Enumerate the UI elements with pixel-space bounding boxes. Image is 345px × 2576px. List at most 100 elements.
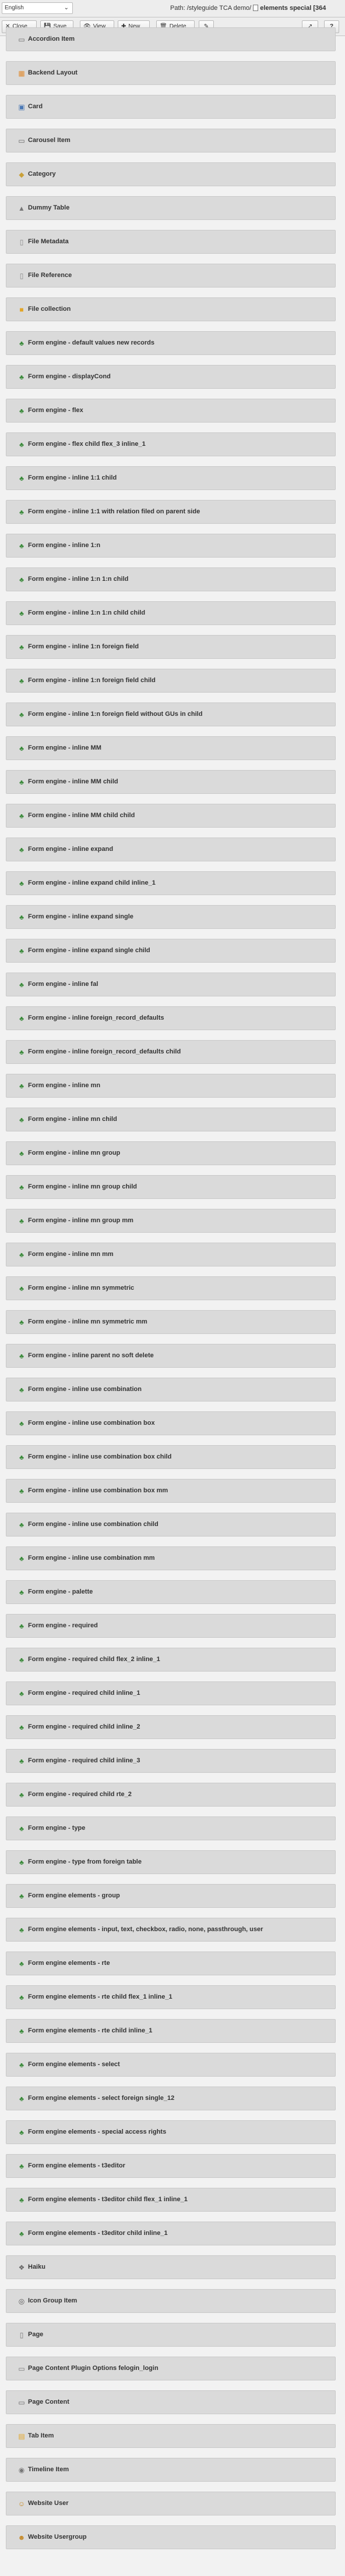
list-item[interactable]: ♣ Form engine elements - group (6, 1884, 336, 1908)
list-item[interactable]: ♣ Form engine - inline use combination bo… (6, 1479, 336, 1503)
list-item[interactable]: ◎ Icon Group Item (6, 2289, 336, 2313)
list-item-label: File collection (28, 306, 71, 313)
list-item[interactable]: ♣ Form engine - palette (6, 1580, 336, 1604)
list-item[interactable]: ♣ Form engine elements - t3editor child i… (6, 2222, 336, 2245)
list-item[interactable]: ♣ Form engine - inline mn (6, 1074, 336, 1098)
list-item[interactable]: ♣ Form engine - inline 1:1 child (6, 466, 336, 490)
tree-icon: ♣ (19, 1352, 24, 1360)
list-item[interactable]: ♣ Form engine - inline mn group child (6, 1175, 336, 1199)
list-item[interactable]: ♣ Form engine - inline expand single chil… (6, 939, 336, 963)
list-item[interactable]: ♣ Form engine elements - rte (6, 1951, 336, 1975)
list-item[interactable]: ▯ File Metadata (6, 230, 336, 254)
tab-icon: ▤ (18, 2432, 25, 2440)
list-item[interactable]: ♣ Form engine - type from foreign table (6, 1850, 336, 1874)
tree-icon: ♣ (19, 609, 24, 618)
tree-icon: ♣ (19, 1082, 24, 1090)
list-item[interactable]: ◆ Category (6, 162, 336, 186)
list-item-label: Form engine elements - rte (28, 1960, 110, 1967)
list-item-label: Page (28, 2331, 44, 2338)
list-item-label: Tab Item (28, 2432, 54, 2439)
list-item[interactable]: ▭ Page Content (6, 2390, 336, 2414)
list-item[interactable]: ♣ Form engine - inline mn symmetric mm (6, 1310, 336, 1334)
list-item[interactable]: ♣ Form engine - flex child flex_3 inline_… (6, 432, 336, 456)
list-item[interactable]: ♣ Form engine - inline MM child (6, 770, 336, 794)
tree-icon: ♣ (19, 1858, 24, 1867)
list-item[interactable]: ♣ Form engine - inline mn group mm (6, 1209, 336, 1233)
list-item[interactable]: ♣ Form engine - displayCond (6, 365, 336, 389)
list-item[interactable]: ■ File collection (6, 297, 336, 321)
list-item[interactable]: ♣ Form engine - inline 1:n foreign field … (6, 669, 336, 693)
list-item[interactable]: ♣ Form engine elements - t3editor (6, 2154, 336, 2178)
list-item[interactable]: ♣ Form engine - inline MM child child (6, 804, 336, 828)
list-item[interactable]: ♣ Form engine - inline use combination (6, 1378, 336, 1401)
list-item[interactable]: ♣ Form engine - required child inline_2 (6, 1715, 336, 1739)
list-item[interactable]: ♣ Form engine - required (6, 1614, 336, 1638)
list-item[interactable]: ♣ Form engine - inline use combination bo… (6, 1411, 336, 1435)
list-item[interactable]: ♣ Form engine - required child flex_2 inl… (6, 1648, 336, 1672)
list-item[interactable]: ♣ Form engine - inline mn mm (6, 1243, 336, 1266)
list-item[interactable]: ♣ Form engine - inline use combination bo… (6, 1445, 336, 1469)
list-item[interactable]: ♣ Form engine - inline parent no soft del… (6, 1344, 336, 1368)
list-item[interactable]: ❖ Haiku (6, 2255, 336, 2279)
list-item[interactable]: ♣ Form engine - flex (6, 399, 336, 423)
list-item-label: Form engine - inline 1:n foreign field c… (28, 677, 156, 684)
list-item[interactable]: ♣ Form engine - inline foreign_record_def… (6, 1040, 336, 1064)
list-item[interactable]: ▭ Accordion Item (6, 27, 336, 51)
list-item[interactable]: ▯ File Reference (6, 264, 336, 288)
path-value[interactable]: /styleguide TCA demo/ (187, 5, 251, 12)
scrollbar[interactable] (339, 36, 345, 2576)
list-item[interactable]: ▭ Carousel Item (6, 129, 336, 152)
list-item[interactable]: ♣ Form engine - required child inline_1 (6, 1681, 336, 1705)
list-item[interactable]: ▲ Dummy Table (6, 196, 336, 220)
list-item[interactable]: ♣ Form engine elements - input, text, che… (6, 1918, 336, 1942)
list-item[interactable]: ♣ Form engine - inline use combination ch… (6, 1513, 336, 1537)
list-item[interactable]: ♣ Form engine - inline expand child inlin… (6, 871, 336, 895)
breadcrumb: Path: /styleguide TCA demo/elements spec… (170, 5, 326, 12)
list-item[interactable]: ▣ Card (6, 95, 336, 119)
list-item[interactable]: ☻ Website Usergroup (6, 2525, 336, 2549)
list-item[interactable]: ♣ Form engine elements - t3editor child f… (6, 2188, 336, 2212)
list-item[interactable]: ▤ Tab Item (6, 2424, 336, 2448)
list-item[interactable]: ♣ Form engine elements - special access r… (6, 2120, 336, 2144)
list-item[interactable]: ♣ Form engine - inline 1:n foreign field (6, 635, 336, 659)
tree-icon: ♣ (19, 2061, 24, 2069)
list-item[interactable]: ♣ Form engine - inline use combination mm (6, 1546, 336, 1570)
list-item[interactable]: ♣ Form engine - inline foreign_record_def… (6, 1006, 336, 1030)
list-item[interactable]: ♣ Form engine - inline 1:1 with relation … (6, 500, 336, 524)
list-item[interactable]: ♣ Form engine - required child inline_3 (6, 1749, 336, 1773)
tree-icon: ♣ (19, 812, 24, 820)
list-item[interactable]: ♣ Form engine - inline fal (6, 973, 336, 996)
tree-icon: ♣ (19, 1217, 24, 1225)
list-item[interactable]: ♣ Form engine - default values new record… (6, 331, 336, 355)
list-item[interactable]: ♣ Form engine elements - select foreign s… (6, 2087, 336, 2110)
language-select[interactable]: English ⌄ (2, 2, 73, 14)
tree-icon: ♣ (19, 1588, 24, 1596)
tree-icon: ♣ (19, 2162, 24, 2170)
list-item[interactable]: ☺ Website User (6, 2492, 336, 2515)
list-item[interactable]: ♣ Form engine - inline 1:n foreign field … (6, 702, 336, 726)
list-item[interactable]: ♣ Form engine - inline mn group (6, 1141, 336, 1165)
list-item[interactable]: ♣ Form engine - inline 1:n 1:n child (6, 567, 336, 591)
list-item-label: Form engine - inline mn mm (28, 1251, 114, 1258)
list-item[interactable]: ▯ Page (6, 2323, 336, 2347)
list-item[interactable]: ♣ Form engine - type (6, 1816, 336, 1840)
list-item[interactable]: ♣ Form engine - required child rte_2 (6, 1783, 336, 1807)
list-item[interactable]: ♣ Form engine - inline mn child (6, 1108, 336, 1131)
list-item[interactable]: ♣ Form engine - inline 1:n 1:n child chil… (6, 601, 336, 625)
list-item[interactable]: ♣ Form engine - inline mn symmetric (6, 1276, 336, 1300)
list-item[interactable]: ♣ Form engine elements - select (6, 2053, 336, 2077)
list-item[interactable]: ♣ Form engine - inline expand (6, 838, 336, 861)
list-item-label: Form engine elements - rte child inline_… (28, 2027, 153, 2034)
list-item[interactable]: ▦ Backend Layout (6, 61, 336, 85)
list-item[interactable]: ♣ Form engine - inline 1:n (6, 534, 336, 558)
list-item[interactable]: ♣ Form engine elements - rte child inline… (6, 2019, 336, 2043)
list-item[interactable]: ◉ Timeline Item (6, 2458, 336, 2482)
list-item[interactable]: ▭ Page Content Plugin Options felogin_log… (6, 2357, 336, 2380)
list-item[interactable]: ♣ Form engine elements - rte child flex_1… (6, 1985, 336, 2009)
list-item[interactable]: ♣ Form engine - inline MM (6, 736, 336, 760)
list-item-label: Form engine - inline mn child (28, 1116, 117, 1123)
list-item-label: Form engine - inline mn group child (28, 1183, 137, 1190)
list-item-label: Timeline Item (28, 2466, 69, 2473)
tree-icon: ♣ (19, 744, 24, 753)
list-item[interactable]: ♣ Form engine - inline expand single (6, 905, 336, 929)
